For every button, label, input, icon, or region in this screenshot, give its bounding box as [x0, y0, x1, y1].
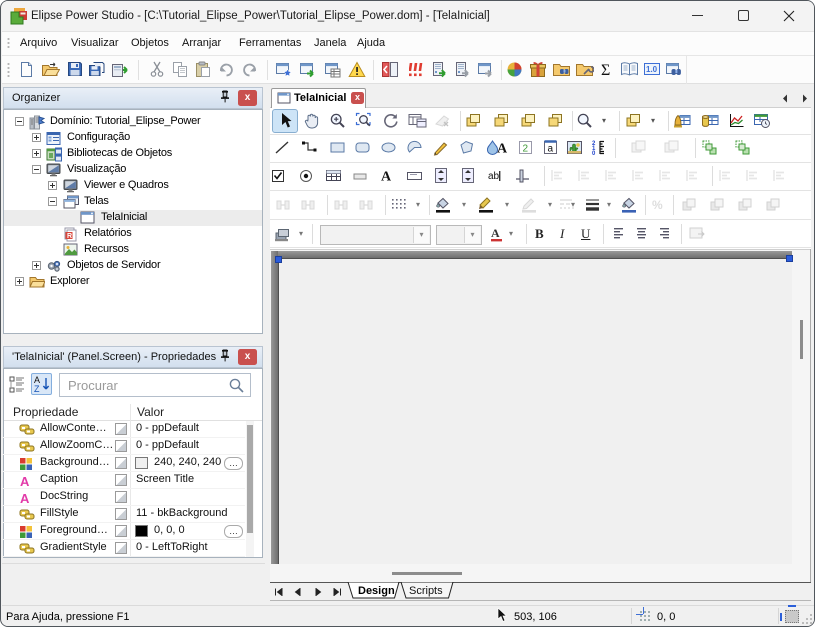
svg-text:A: A [20, 491, 30, 504]
svg-text:R: R [67, 233, 72, 240]
svg-text:Σ: Σ [601, 62, 610, 78]
svg-text:A: A [381, 170, 392, 184]
svg-text:Z: Z [34, 384, 40, 394]
svg-text:Scripts: Scripts [409, 585, 443, 597]
svg-text:%: % [652, 198, 663, 212]
svg-text:A: A [491, 226, 500, 240]
svg-text:2: 2 [523, 144, 529, 155]
svg-text:ab: ab [488, 171, 500, 182]
svg-text:A: A [20, 474, 30, 487]
svg-text:1.0: 1.0 [646, 65, 658, 74]
svg-text:a: a [548, 144, 554, 155]
svg-text:Design: Design [358, 585, 395, 597]
svg-text:0: 0 [592, 151, 596, 156]
svg-text:A: A [497, 142, 508, 156]
